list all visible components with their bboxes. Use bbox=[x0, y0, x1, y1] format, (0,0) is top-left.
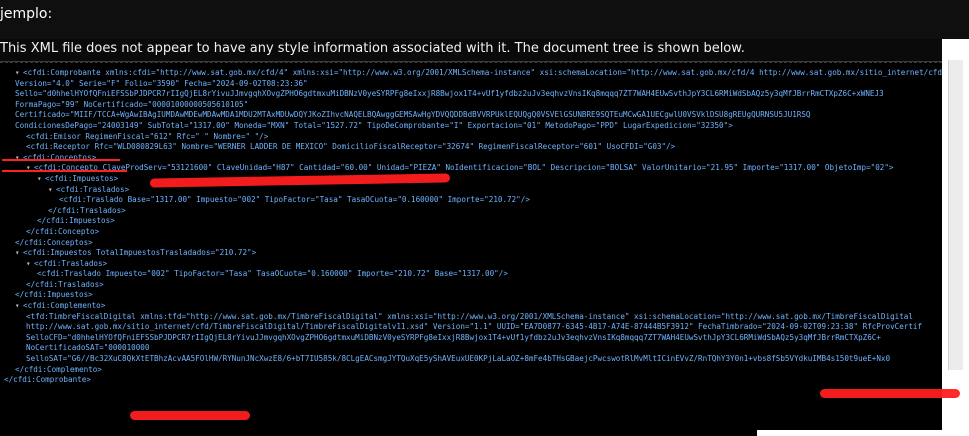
xml-line-text: SelloCFD="d0hhelHYOfQFniEFSSbPJDPCR7rIIg… bbox=[26, 332, 881, 342]
annotation-underline-certificado bbox=[2, 159, 120, 161]
xml-line: ▾ <cfdi:Comprobante xmlns:cfdi="http://ww… bbox=[0, 68, 942, 79]
xml-line-text: <cfdi:Traslados> bbox=[56, 184, 130, 194]
xml-line: http://www.sat.gob.mx/sitio_internet/cfd… bbox=[0, 322, 942, 333]
xml-line: ▾ <cfdi:Concepto ClaveProdServ="53121600"… bbox=[0, 163, 942, 174]
xml-line: </cfdi:Impuestos> bbox=[0, 290, 942, 301]
collapse-triangle-icon[interactable]: ▾ bbox=[26, 163, 34, 174]
xml-line: <cfdi:Traslado Impuesto="002" TipoFactor… bbox=[0, 269, 942, 280]
xml-line: <cfdi:Emisor RegimenFiscal="612" Rfc=" "… bbox=[0, 132, 942, 143]
annotation-underline-condiciones bbox=[2, 170, 127, 172]
redaction-mark-rfcprov bbox=[820, 389, 960, 398]
scrollbar-thumb[interactable] bbox=[948, 60, 963, 370]
xml-viewer: This XML file does not appear to have an… bbox=[0, 39, 942, 436]
xml-line-text: </cfdi:Traslados> bbox=[48, 205, 126, 215]
xml-line-text: Sello="d0hhelHYOfQFniEFSSbPJDPCR7rIIgQjE… bbox=[15, 89, 884, 99]
collapse-triangle-icon[interactable]: ▾ bbox=[15, 248, 23, 259]
xml-line: </cfdi:Complemento> bbox=[0, 365, 942, 376]
xml-line-text: <cfdi:Impuestos> bbox=[45, 173, 119, 183]
xml-line: ▾ <cfdi:Impuestos TotalImpuestosTrasladad… bbox=[0, 248, 942, 259]
xml-line: <tfd:TimbreFiscalDigital xmlns:tfd="http… bbox=[0, 312, 942, 323]
xml-line-text: <cfdi:Emisor RegimenFiscal="612" Rfc=" "… bbox=[26, 131, 269, 141]
xml-line-text: </cfdi:Traslados> bbox=[26, 279, 104, 289]
collapse-triangle-icon[interactable]: ▾ bbox=[37, 174, 45, 185]
xml-line: NoCertificadoSAT="000010000 bbox=[0, 343, 942, 354]
xml-line-text: FormaPago="99" NoCertificado="0000100000… bbox=[15, 99, 249, 109]
xml-line: Sello="d0hhelHYOfQFniEFSSbPJDPCR7rIIgQjE… bbox=[0, 89, 942, 100]
xml-line: ▾ <cfdi:Traslados> bbox=[0, 259, 942, 270]
xml-line-text: CondicionesDePago="24003149" SubTotal="1… bbox=[15, 120, 733, 130]
xml-line-text: </cfdi:Impuestos> bbox=[15, 290, 93, 300]
xml-line: ▾ <cfdi:Traslados> bbox=[0, 185, 942, 196]
xml-style-notice: This XML file does not appear to have an… bbox=[0, 39, 942, 62]
xml-line-text: Certificado="MIIF/TCCA+WgAwIBAgIUMDAwMDE… bbox=[15, 110, 811, 120]
xml-line-text: SelloSAT="G6//Bc32XuC8QkXtETBhzAcvAA5FOl… bbox=[26, 354, 891, 364]
window-edge bbox=[757, 430, 969, 436]
xml-line: Certificado="MIIF/TCCA+WgAwIBAgIUMDAwMDE… bbox=[0, 110, 942, 121]
xml-line: CondicionesDePago="24003149" SubTotal="1… bbox=[0, 121, 942, 132]
xml-line: </cfdi:Conceptos> bbox=[0, 238, 942, 249]
xml-line: <cfdi:Receptor Rfc="WLD080829L63" Nombre… bbox=[0, 142, 942, 153]
xml-line: </cfdi:Impuestos> bbox=[0, 216, 942, 227]
collapse-triangle-icon[interactable]: ▾ bbox=[15, 301, 23, 312]
collapse-triangle-icon[interactable]: ▾ bbox=[15, 68, 23, 79]
xml-line-text: <cfdi:Traslado Base="1317.00" Impuesto="… bbox=[59, 195, 530, 205]
xml-line: </cfdi:Comprobante> bbox=[0, 375, 942, 386]
xml-line-text: <tfd:TimbreFiscalDigital xmlns:tfd="http… bbox=[26, 311, 913, 321]
xml-line-text: </cfdi:Impuestos> bbox=[37, 216, 115, 226]
xml-line-text: <cfdi:Receptor Rfc="WLD080829L63" Nombre… bbox=[26, 142, 676, 152]
xml-line-text: http://www.sat.gob.mx/sitio_internet/cfd… bbox=[26, 322, 923, 332]
xml-line-text: <cfdi:Traslados> bbox=[34, 258, 108, 268]
xml-line: ▾ <cfdi:Complemento> bbox=[0, 301, 942, 312]
xml-line-text: </cfdi:Concepto> bbox=[26, 226, 100, 236]
xml-line-text: NoCertificadoSAT="000010000 bbox=[26, 343, 150, 353]
xml-line-text: <cfdi:Impuestos TotalImpuestosTrasladado… bbox=[23, 248, 257, 258]
divider bbox=[0, 62, 942, 63]
xml-document-tree: ▾ <cfdi:Comprobante xmlns:cfdi="http://ww… bbox=[0, 68, 942, 386]
xml-line-text: <cfdi:Concepto ClaveProdServ="53121600" … bbox=[34, 163, 894, 173]
xml-line: ▾ <cfdi:Impuestos> bbox=[0, 174, 942, 185]
xml-line-text: <cfdi:Traslado Impuesto="002" TipoFactor… bbox=[37, 269, 508, 279]
xml-line: </cfdi:Concepto> bbox=[0, 227, 942, 238]
xml-line-text: </cfdi:Comprobante> bbox=[4, 375, 91, 385]
xml-line-text: Version="4.0" Serie="F" Folio="3590" Fec… bbox=[15, 78, 308, 88]
xml-line: SelloSAT="G6//Bc32XuC8QkXtETBhzAcvAA5FOl… bbox=[0, 354, 942, 365]
xml-line: ▾ <cfdi:Conceptos> bbox=[0, 153, 942, 164]
collapse-triangle-icon[interactable]: ▾ bbox=[48, 185, 56, 196]
collapse-triangle-icon[interactable]: ▾ bbox=[26, 259, 34, 270]
xml-line: Version="4.0" Serie="F" Folio="3590" Fec… bbox=[0, 79, 942, 90]
xml-line-text: </cfdi:Complemento> bbox=[15, 364, 102, 374]
redaction-mark-nocert bbox=[130, 411, 250, 420]
xml-line: </cfdi:Traslados> bbox=[0, 206, 942, 217]
xml-line-text: <cfdi:Complemento> bbox=[23, 301, 106, 311]
xml-line: <cfdi:Traslado Base="1317.00" Impuesto="… bbox=[0, 195, 942, 206]
xml-line-text: </cfdi:Conceptos> bbox=[15, 237, 93, 247]
xml-line: SelloCFD="d0hhelHYOfQFniEFSSbPJDPCR7rIIg… bbox=[0, 333, 942, 344]
xml-line: </cfdi:Traslados> bbox=[0, 280, 942, 291]
page-heading: jemplo: bbox=[0, 6, 53, 22]
xml-line-text: <cfdi:Comprobante xmlns:cfdi="http://www… bbox=[23, 68, 942, 77]
xml-line: FormaPago="99" NoCertificado="0000100000… bbox=[0, 100, 942, 111]
